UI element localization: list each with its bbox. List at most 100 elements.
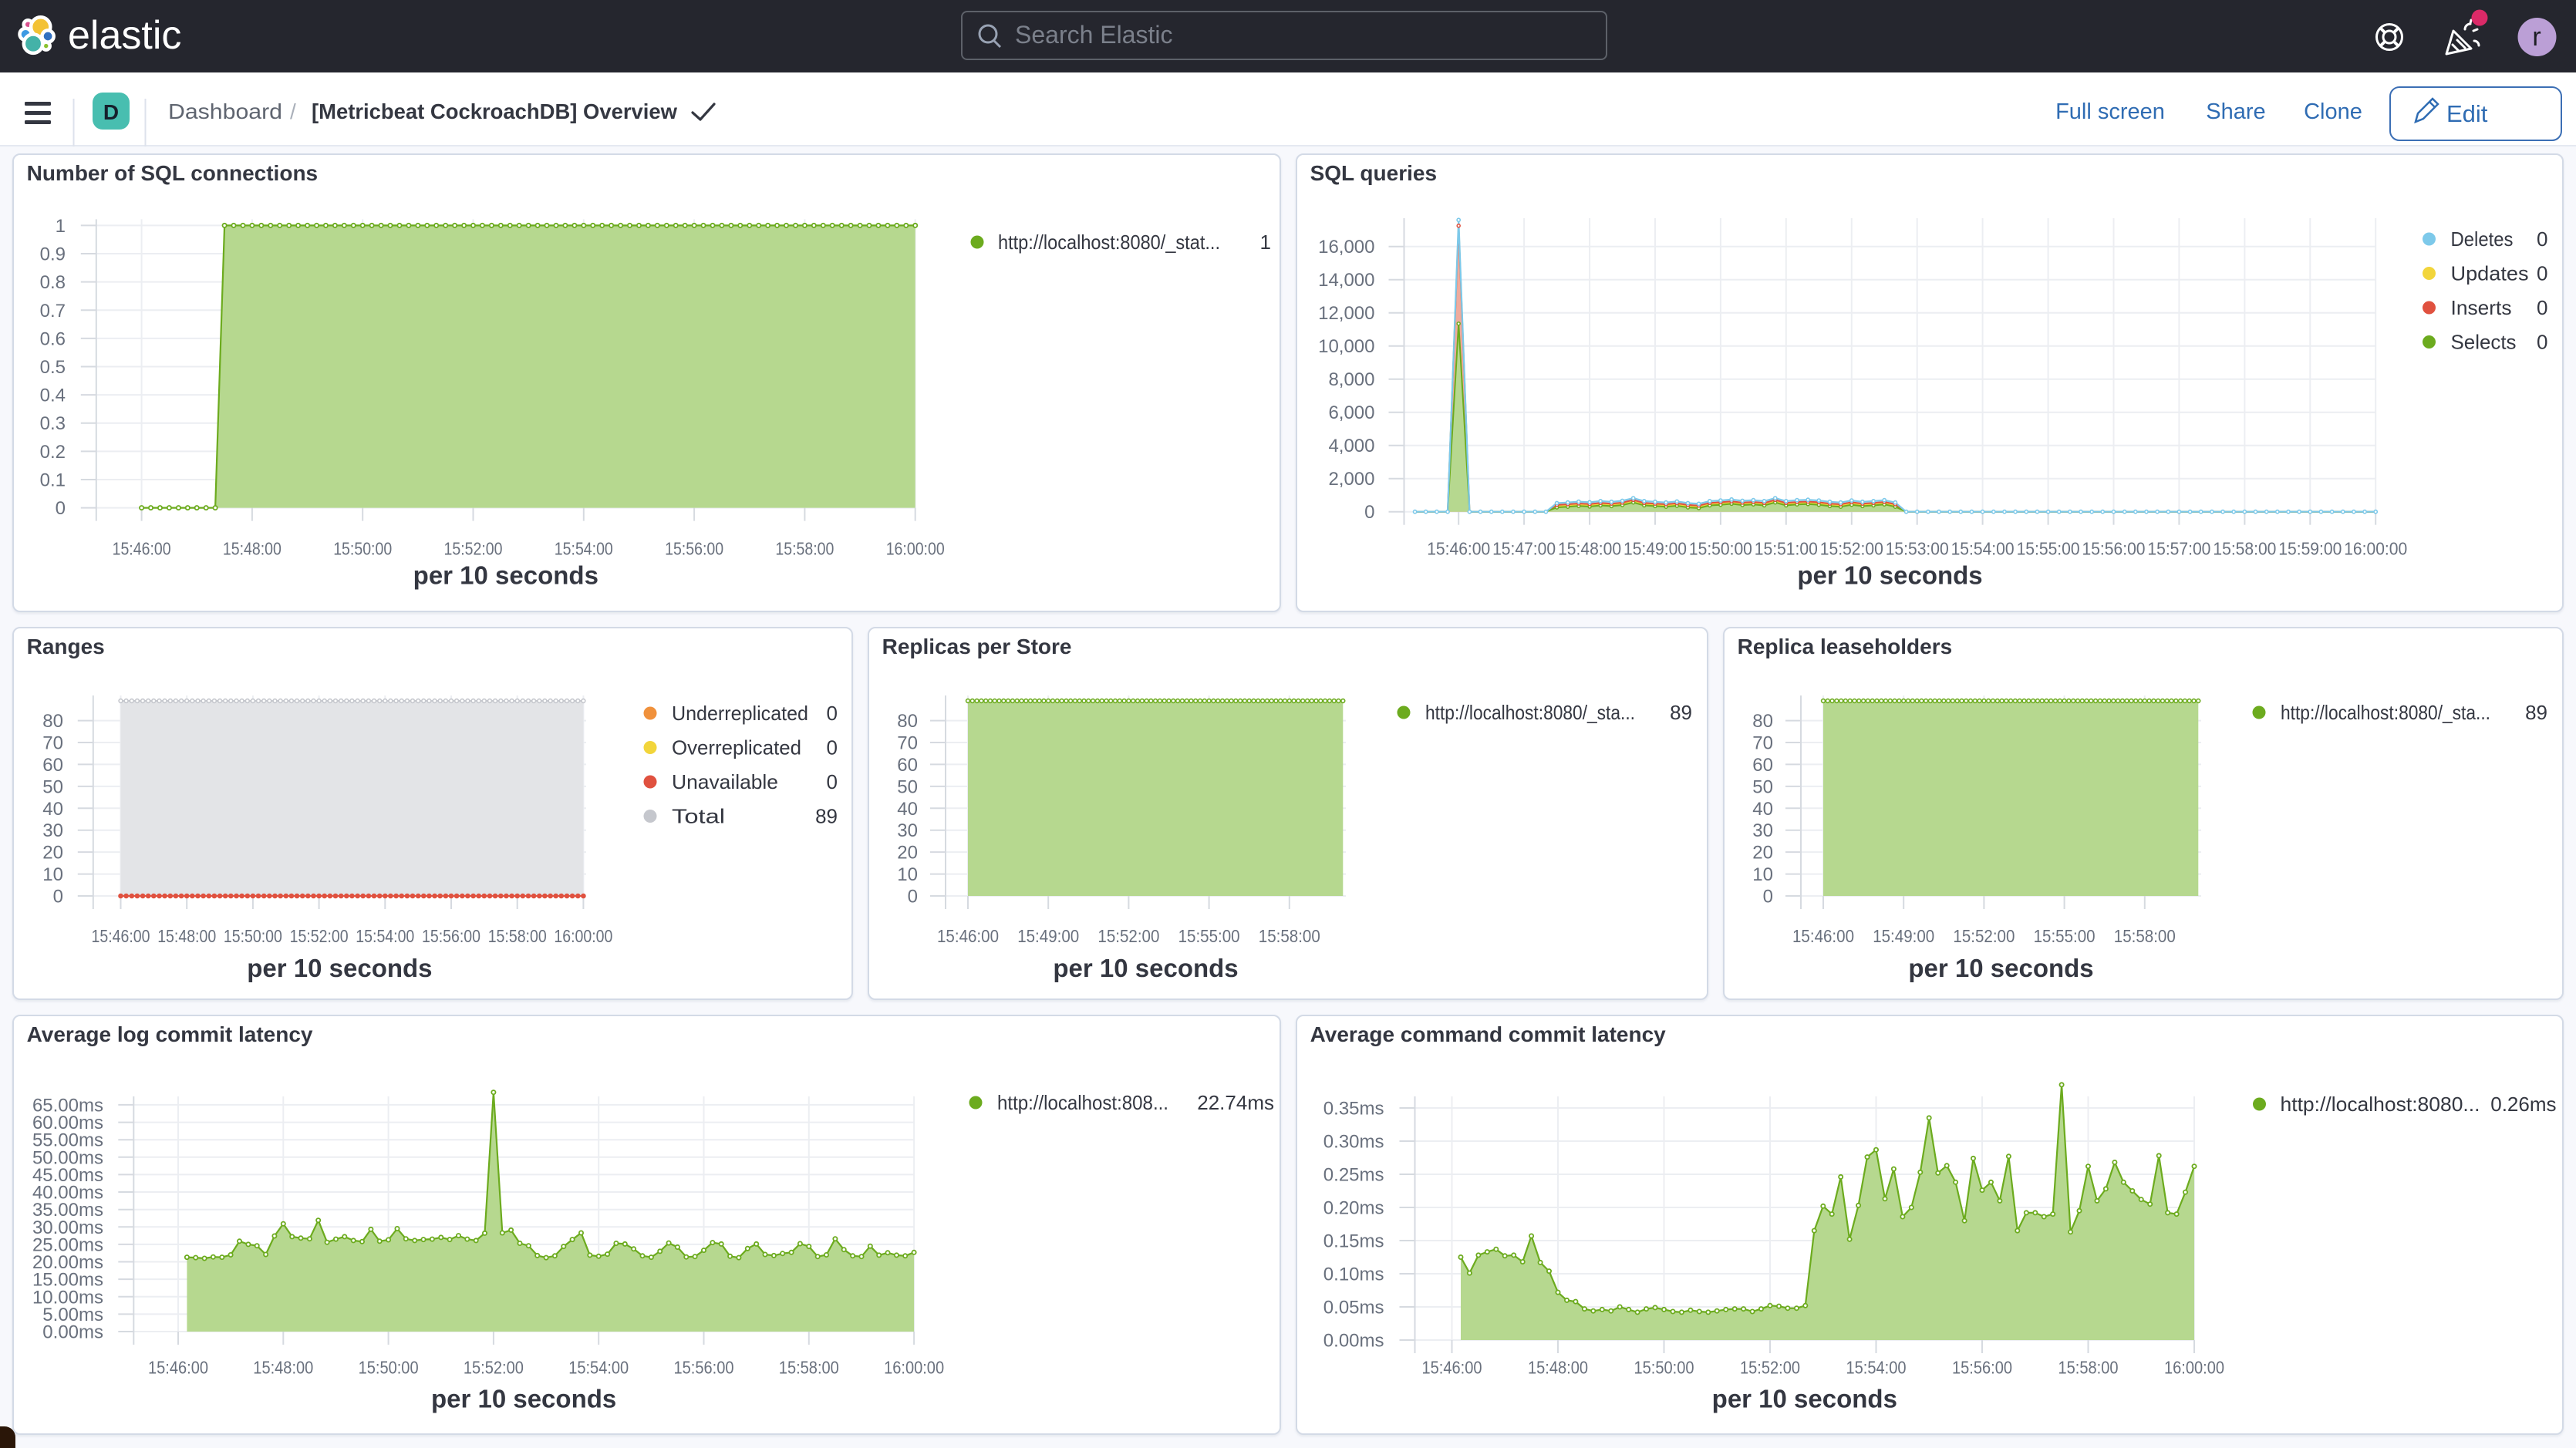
svg-text:15:54:00: 15:54:00 <box>1951 539 2014 559</box>
svg-text:15:56:00: 15:56:00 <box>422 926 480 946</box>
svg-text:0.4: 0.4 <box>40 386 66 406</box>
svg-text:15:46:00: 15:46:00 <box>113 539 171 559</box>
svg-text:15:53:00: 15:53:00 <box>1885 539 1948 559</box>
svg-text:0.10ms: 0.10ms <box>1323 1264 1384 1285</box>
svg-text:SQL queries: SQL queries <box>1310 161 1436 185</box>
svg-text:0: 0 <box>2537 227 2547 251</box>
svg-text:15:54:00: 15:54:00 <box>1846 1358 1906 1378</box>
svg-text:16,000: 16,000 <box>1318 237 1374 258</box>
svg-text:50: 50 <box>897 776 918 797</box>
svg-text:15:54:00: 15:54:00 <box>555 539 613 559</box>
svg-text:15:46:00: 15:46:00 <box>148 1358 208 1378</box>
svg-text:12,000: 12,000 <box>1318 303 1374 324</box>
svg-text:0.35ms: 0.35ms <box>1323 1099 1384 1120</box>
svg-text:per 10 seconds: per 10 seconds <box>1797 561 1982 590</box>
svg-text:15:46:00: 15:46:00 <box>937 926 999 946</box>
svg-text:15:56:00: 15:56:00 <box>2082 539 2145 559</box>
svg-text:10: 10 <box>897 864 918 885</box>
svg-text:15:52:00: 15:52:00 <box>1740 1358 1800 1378</box>
svg-text:Average command commit latency: Average command commit latency <box>1310 1022 1666 1046</box>
svg-text:15:56:00: 15:56:00 <box>1952 1358 2012 1378</box>
svg-text:70: 70 <box>897 733 918 754</box>
svg-text:80: 80 <box>42 711 63 732</box>
svg-text:15:56:00: 15:56:00 <box>665 539 723 559</box>
svg-text:15:46:00: 15:46:00 <box>1792 926 1854 946</box>
svg-text:http://localhost:808...: http://localhost:808... <box>997 1091 1168 1114</box>
svg-text:15:47:00: 15:47:00 <box>1492 539 1556 559</box>
svg-text:15:58:00: 15:58:00 <box>2114 926 2176 946</box>
svg-text:15:50:00: 15:50:00 <box>1688 539 1752 559</box>
svg-text:10: 10 <box>1752 864 1773 885</box>
svg-text:Inserts: Inserts <box>2450 296 2511 319</box>
svg-text:89: 89 <box>1670 701 1692 724</box>
svg-text:15:52:00: 15:52:00 <box>444 539 503 559</box>
svg-text:0.00ms: 0.00ms <box>1323 1331 1384 1352</box>
svg-text:15:48:00: 15:48:00 <box>1528 1358 1588 1378</box>
svg-text:Selects: Selects <box>2450 331 2516 354</box>
svg-text:0: 0 <box>908 887 918 908</box>
svg-text:15:54:00: 15:54:00 <box>356 926 414 946</box>
svg-text:elastic: elastic <box>68 13 181 58</box>
svg-text:0: 0 <box>56 498 66 519</box>
svg-text:50: 50 <box>42 776 63 797</box>
svg-text:per 10 seconds: per 10 seconds <box>1053 954 1238 982</box>
svg-text:Replica leaseholders: Replica leaseholders <box>1738 635 1953 658</box>
svg-text:0.1: 0.1 <box>40 470 66 491</box>
svg-text:/: / <box>290 99 296 123</box>
svg-text:15:58:00: 15:58:00 <box>2213 539 2276 559</box>
svg-text:Overreplicated: Overreplicated <box>672 736 801 759</box>
svg-text:20: 20 <box>897 843 918 864</box>
svg-text:0.05ms: 0.05ms <box>1323 1298 1384 1318</box>
svg-text:Dashboard: Dashboard <box>168 99 282 123</box>
svg-text:14,000: 14,000 <box>1318 270 1374 291</box>
svg-text:Number of SQL connections: Number of SQL connections <box>27 161 319 185</box>
svg-text:30: 30 <box>42 820 63 841</box>
svg-text:0: 0 <box>827 702 838 725</box>
svg-text:16:00:00: 16:00:00 <box>886 539 945 559</box>
svg-text:0: 0 <box>2537 331 2547 354</box>
svg-text:16:00:00: 16:00:00 <box>2344 539 2407 559</box>
svg-text:89: 89 <box>815 805 838 828</box>
svg-text:16:00:00: 16:00:00 <box>884 1358 944 1378</box>
svg-text:0.3: 0.3 <box>40 413 66 434</box>
svg-text:[Metricbeat CockroachDB] Overv: [Metricbeat CockroachDB] Overview <box>312 99 677 123</box>
svg-text:15:50:00: 15:50:00 <box>333 539 392 559</box>
svg-text:15:46:00: 15:46:00 <box>1421 1358 1482 1378</box>
svg-text:Replicas per Store: Replicas per Store <box>882 635 1072 658</box>
svg-text:89: 89 <box>2525 701 2547 724</box>
svg-text:0.5: 0.5 <box>40 357 66 378</box>
svg-text:15:55:00: 15:55:00 <box>2034 926 2096 946</box>
svg-text:15:48:00: 15:48:00 <box>157 926 216 946</box>
svg-text:15:55:00: 15:55:00 <box>2016 539 2079 559</box>
svg-text:15:52:00: 15:52:00 <box>1953 926 2015 946</box>
svg-text:0: 0 <box>53 887 63 908</box>
svg-text:0.20ms: 0.20ms <box>1323 1198 1384 1219</box>
svg-text:per 10 seconds: per 10 seconds <box>247 954 432 982</box>
svg-text:Search Elastic: Search Elastic <box>1015 21 1173 49</box>
svg-text:15:51:00: 15:51:00 <box>1754 539 1817 559</box>
svg-text:15:57:00: 15:57:00 <box>2147 539 2210 559</box>
svg-text:http://localhost:8080/_sta...: http://localhost:8080/_sta... <box>2281 701 2490 724</box>
svg-text:0.25ms: 0.25ms <box>1323 1165 1384 1186</box>
svg-text:15:59:00: 15:59:00 <box>2278 539 2342 559</box>
svg-text:40: 40 <box>1752 799 1773 820</box>
svg-text:0.2: 0.2 <box>40 442 66 463</box>
svg-text:15:54:00: 15:54:00 <box>568 1358 629 1378</box>
svg-text:D: D <box>103 100 119 124</box>
svg-text:16:00:00: 16:00:00 <box>2164 1358 2224 1378</box>
svg-text:per 10 seconds: per 10 seconds <box>413 561 598 590</box>
svg-text:0: 0 <box>2537 296 2547 319</box>
svg-text:0: 0 <box>1364 502 1374 523</box>
svg-text:30: 30 <box>897 820 918 841</box>
svg-text:0.15ms: 0.15ms <box>1323 1231 1384 1252</box>
svg-text:15:49:00: 15:49:00 <box>1623 539 1687 559</box>
svg-text:15:50:00: 15:50:00 <box>1634 1358 1694 1378</box>
svg-text:15:46:00: 15:46:00 <box>92 926 150 946</box>
svg-text:2,000: 2,000 <box>1328 469 1374 490</box>
svg-text:60: 60 <box>42 755 63 776</box>
svg-text:http://localhost:8080/_stat...: http://localhost:8080/_stat... <box>998 231 1220 254</box>
svg-text:r: r <box>2532 22 2541 52</box>
svg-text:70: 70 <box>1752 733 1773 754</box>
svg-text:65.00ms: 65.00ms <box>32 1095 103 1116</box>
svg-text:15:49:00: 15:49:00 <box>1017 926 1079 946</box>
